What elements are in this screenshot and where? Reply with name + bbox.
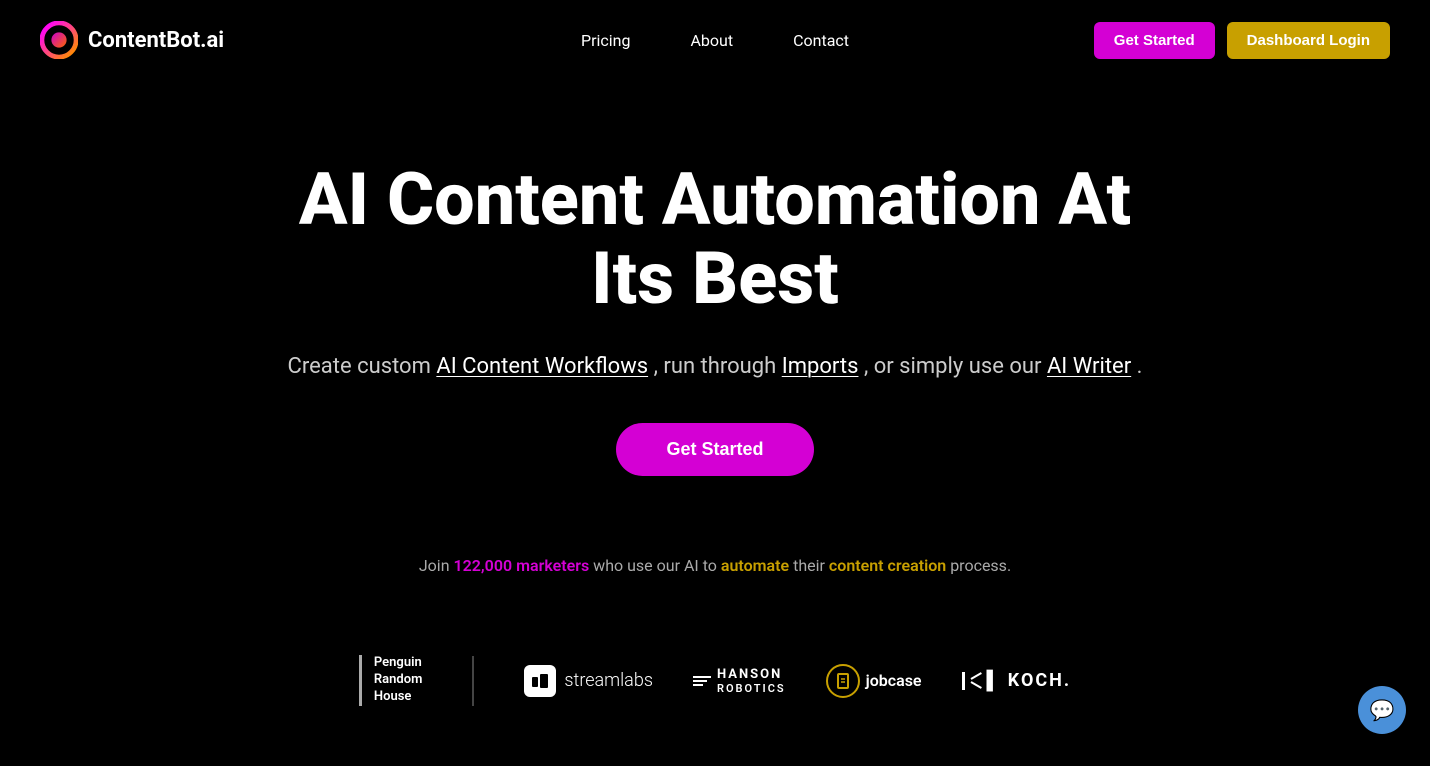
robotics-label: ROBOTICS [717,682,786,695]
dashboard-login-button[interactable]: Dashboard Login [1227,22,1390,59]
hr-bar-1 [693,676,711,678]
nav-contact[interactable]: Contact [793,31,849,50]
hanson-label: HANSON [717,667,786,682]
brand-koch: ▌ KOCH. [962,670,1072,691]
social-proof-marketers: 122,000 marketers [454,556,590,575]
brand-logos: Penguin Random House streamlabs HANSON R… [0,615,1430,766]
hanson-text: HANSON ROBOTICS [717,667,786,695]
subtitle-end: . [1137,354,1143,379]
hr-bar-2 [693,680,707,682]
header: ContentBot.ai Pricing About Contact Get … [0,0,1430,80]
brand-streamlabs: streamlabs [524,665,653,697]
jobcase-label: jobcase [866,671,922,690]
house-label: House [374,689,422,706]
logo-icon [40,21,78,59]
hr-bars-icon [693,676,711,686]
koch-bar-1 [962,672,965,690]
penguin-label: Penguin [374,655,422,672]
chat-button[interactable]: 💬 [1358,686,1406,734]
subtitle-mid: , run through [654,354,777,379]
streamlabs-icon [524,665,556,697]
random-label: Random [374,672,422,689]
chat-icon: 💬 [1370,698,1395,722]
jobcase-icon [826,664,860,698]
get-started-button-hero[interactable]: Get Started [616,423,813,476]
brand-jobcase: jobcase [826,664,922,698]
hero-title: AI Content Automation At Its Best [265,160,1165,318]
subtitle-prefix: Create custom [288,354,431,379]
subtitle-link-workflows[interactable]: AI Content Workflows [436,354,648,379]
brand-divider-1 [472,656,474,706]
get-started-button-header[interactable]: Get Started [1094,22,1215,59]
brand-name: ContentBot.ai [88,28,224,53]
social-proof-their: their [793,556,829,575]
hero-subtitle: Create custom AI Content Workflows , run… [288,350,1143,383]
nav-about[interactable]: About [690,31,733,50]
nav-pricing[interactable]: Pricing [581,31,631,50]
hero-section: AI Content Automation At Its Best Create… [0,80,1430,536]
brand-penguin-random-house: Penguin Random House [359,655,422,706]
brand-hanson-robotics: HANSON ROBOTICS [693,667,786,695]
social-proof: Join 122,000 marketers who use our AI to… [0,536,1430,615]
logo-area: ContentBot.ai [40,21,224,59]
header-buttons: Get Started Dashboard Login [1094,22,1390,59]
social-proof-middle: who use our AI to [593,556,721,575]
subtitle-link-imports[interactable]: Imports [782,354,859,379]
social-proof-content: content creation [829,556,946,575]
streamlabs-label: streamlabs [564,670,653,691]
subtitle-link-aiwriter[interactable]: AI Writer [1047,354,1131,379]
social-proof-automate: automate [721,556,789,575]
social-proof-end: process. [950,556,1011,575]
social-proof-prefix: Join [419,556,450,575]
hr-bar-3 [693,684,703,686]
koch-label: ▌ KOCH. [987,670,1072,691]
koch-k-shape [969,678,983,683]
jobcase-svg [833,671,853,691]
streamlabs-svg [530,671,550,691]
main-nav: Pricing About Contact [581,31,849,50]
subtitle-suffix: , or simply use our [864,354,1042,379]
koch-icon [962,672,983,690]
